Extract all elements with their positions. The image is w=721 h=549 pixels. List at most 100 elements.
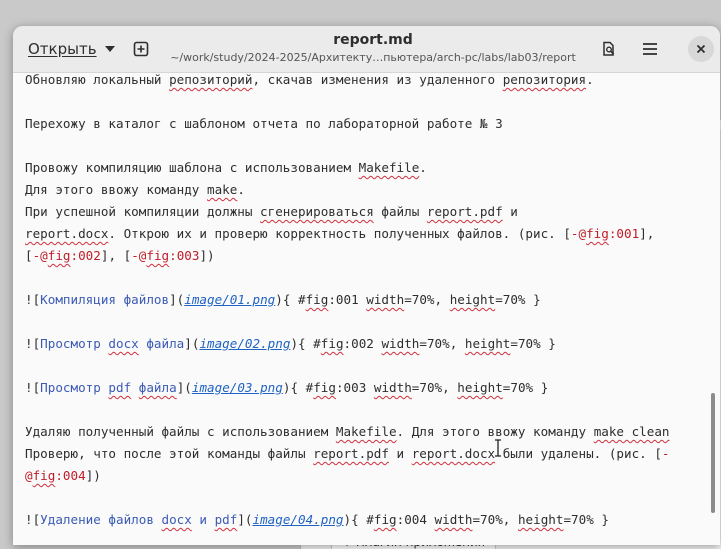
text-segment: =70% } — [502, 380, 549, 395]
text-segment: make — [206, 182, 238, 197]
text-segment: . — [419, 160, 427, 175]
text-segment: файла — [138, 380, 177, 395]
text-line — [25, 355, 670, 377]
text-segment: При успешной компиляции должны — [25, 204, 261, 219]
text-segment: [ — [25, 248, 33, 263]
text-segment: width — [381, 336, 420, 351]
text-segment: ){ # — [282, 380, 314, 395]
text-line — [25, 311, 670, 333]
search-button[interactable] — [595, 35, 623, 63]
chevron-down-icon — [104, 46, 115, 52]
text-segment: fig — [32, 468, 56, 483]
text-segment: ![ — [25, 512, 41, 527]
text-segment: height — [464, 336, 511, 351]
text-segment: файлы — [373, 204, 427, 219]
text-editor-area[interactable]: Обновляю локальный репозиторий, скачав и… — [13, 73, 720, 545]
text-segment: image/03.png — [191, 380, 283, 395]
text-segment: height — [517, 512, 564, 527]
close-button[interactable] — [688, 36, 714, 62]
text-segment: файла — [138, 336, 185, 351]
text-line: Обновляю локальный репозиторий, скачав и… — [25, 73, 670, 91]
text-segment: ]) — [199, 248, 215, 263]
text-segment: fig — [320, 336, 344, 351]
text-segment: ]( — [176, 380, 192, 395]
text-segment: :004 — [55, 468, 86, 483]
text-segment: ]) — [85, 468, 101, 483]
hamburger-menu-icon — [643, 43, 657, 55]
text-segment: Провожу компиляцию шаблона с использован… — [25, 160, 359, 175]
text-segment: ], — [639, 226, 655, 241]
text-segment: и — [502, 204, 518, 219]
main-menu-button[interactable] — [636, 35, 664, 63]
text-segment: -@ — [570, 226, 587, 241]
text-segment: и — [388, 446, 412, 461]
text-line — [25, 399, 670, 421]
text-segment: =70% } — [495, 292, 541, 307]
text-line: Проверю, что после этой команды файлы re… — [25, 443, 670, 465]
text-segment: репозиторий — [169, 73, 253, 87]
text-segment: ]( — [237, 512, 253, 527]
text-segment: :002 — [70, 248, 101, 263]
text-segment: репозитория — [502, 73, 587, 87]
text-segment: =70%, — [419, 336, 465, 351]
text-segment: :004 — [396, 512, 435, 527]
text-segment: Просмотр — [40, 380, 109, 395]
text-line: ![Компиляция файлов](image/01.png){ #fig… — [25, 289, 670, 311]
document-title: report.md — [333, 32, 413, 48]
text-segment: report.docx — [411, 446, 496, 461]
text-segment: . Для этого ввожу команду — [396, 424, 594, 439]
text-segment: fig — [313, 380, 336, 395]
text-line — [25, 487, 670, 509]
text-segment: =70%, — [404, 292, 450, 307]
text-segment: , скачав изменения из удаленного — [252, 73, 503, 87]
scrollbar[interactable] — [711, 393, 715, 513]
text-segment: Makefile — [335, 424, 397, 439]
text-segment: Удаляю полученный файлы с использованием — [25, 424, 336, 439]
text-segment: . — [237, 182, 245, 197]
text-segment: . — [586, 73, 594, 87]
text-segment: ){ # — [290, 336, 321, 351]
text-line — [25, 91, 670, 113]
title-area: report.md ~/work/study/2024-2025/Архитек… — [163, 32, 583, 64]
text-segment: :002 — [343, 336, 382, 351]
text-editor-window: Открыть report.md ~/work/study/2024-2025… — [13, 26, 720, 545]
open-button[interactable]: Открыть — [20, 35, 123, 63]
text-segment: fig — [373, 512, 397, 527]
text-segment: width — [434, 512, 473, 527]
text-segment: fig — [305, 292, 329, 307]
text-segment: :001 — [328, 292, 367, 307]
text-segment: ]( — [169, 292, 185, 307]
text-segment: ![ — [25, 336, 41, 351]
close-icon — [696, 44, 706, 54]
text-line: Для этого ввожу команду make. — [25, 179, 670, 201]
text-segment: image/02.png — [199, 336, 291, 351]
text-segment: report.pdf — [426, 204, 503, 219]
text-line: Провожу компиляцию шаблона с использован… — [25, 157, 670, 179]
text-segment: width — [373, 380, 412, 395]
text-segment: :003 — [335, 380, 374, 395]
text-segment: image/04.png — [252, 512, 344, 527]
text-segment: Проверю, что после этой команды файлы — [25, 446, 314, 461]
text-segment: fig — [146, 248, 170, 263]
text-segment: report.pdf — [313, 446, 389, 461]
text-segment: image/01.png — [184, 292, 276, 307]
open-button-label: Открыть — [28, 40, 97, 58]
text-line: ![Удаление файлов docx и pdf](image/04.p… — [25, 509, 670, 531]
text-segment: :003 — [169, 248, 200, 263]
text-segment: ]( — [184, 336, 200, 351]
new-tab-button[interactable] — [127, 35, 155, 63]
text-line: При успешной компиляции должны сгенериро… — [25, 201, 670, 223]
text-line: @fig:004]) — [25, 465, 670, 487]
text-segment: ){ # — [343, 512, 374, 527]
text-segment: fig — [47, 248, 71, 263]
text-line: report.docx. Открою их и проверю коррект… — [25, 223, 670, 245]
text-segment: docx — [108, 336, 139, 351]
text-segment: сгенерироваться — [260, 204, 374, 219]
new-tab-icon — [133, 41, 149, 57]
text-segment: были удалены. (рис. [ — [495, 446, 662, 461]
text-segment: ![ — [25, 292, 41, 307]
text-segment: ![ — [25, 380, 41, 395]
text-line: ![Просмотр docx файла](image/02.png){ #f… — [25, 333, 670, 355]
text-segment: report.docx — [25, 226, 109, 241]
text-segment: height — [449, 292, 496, 307]
